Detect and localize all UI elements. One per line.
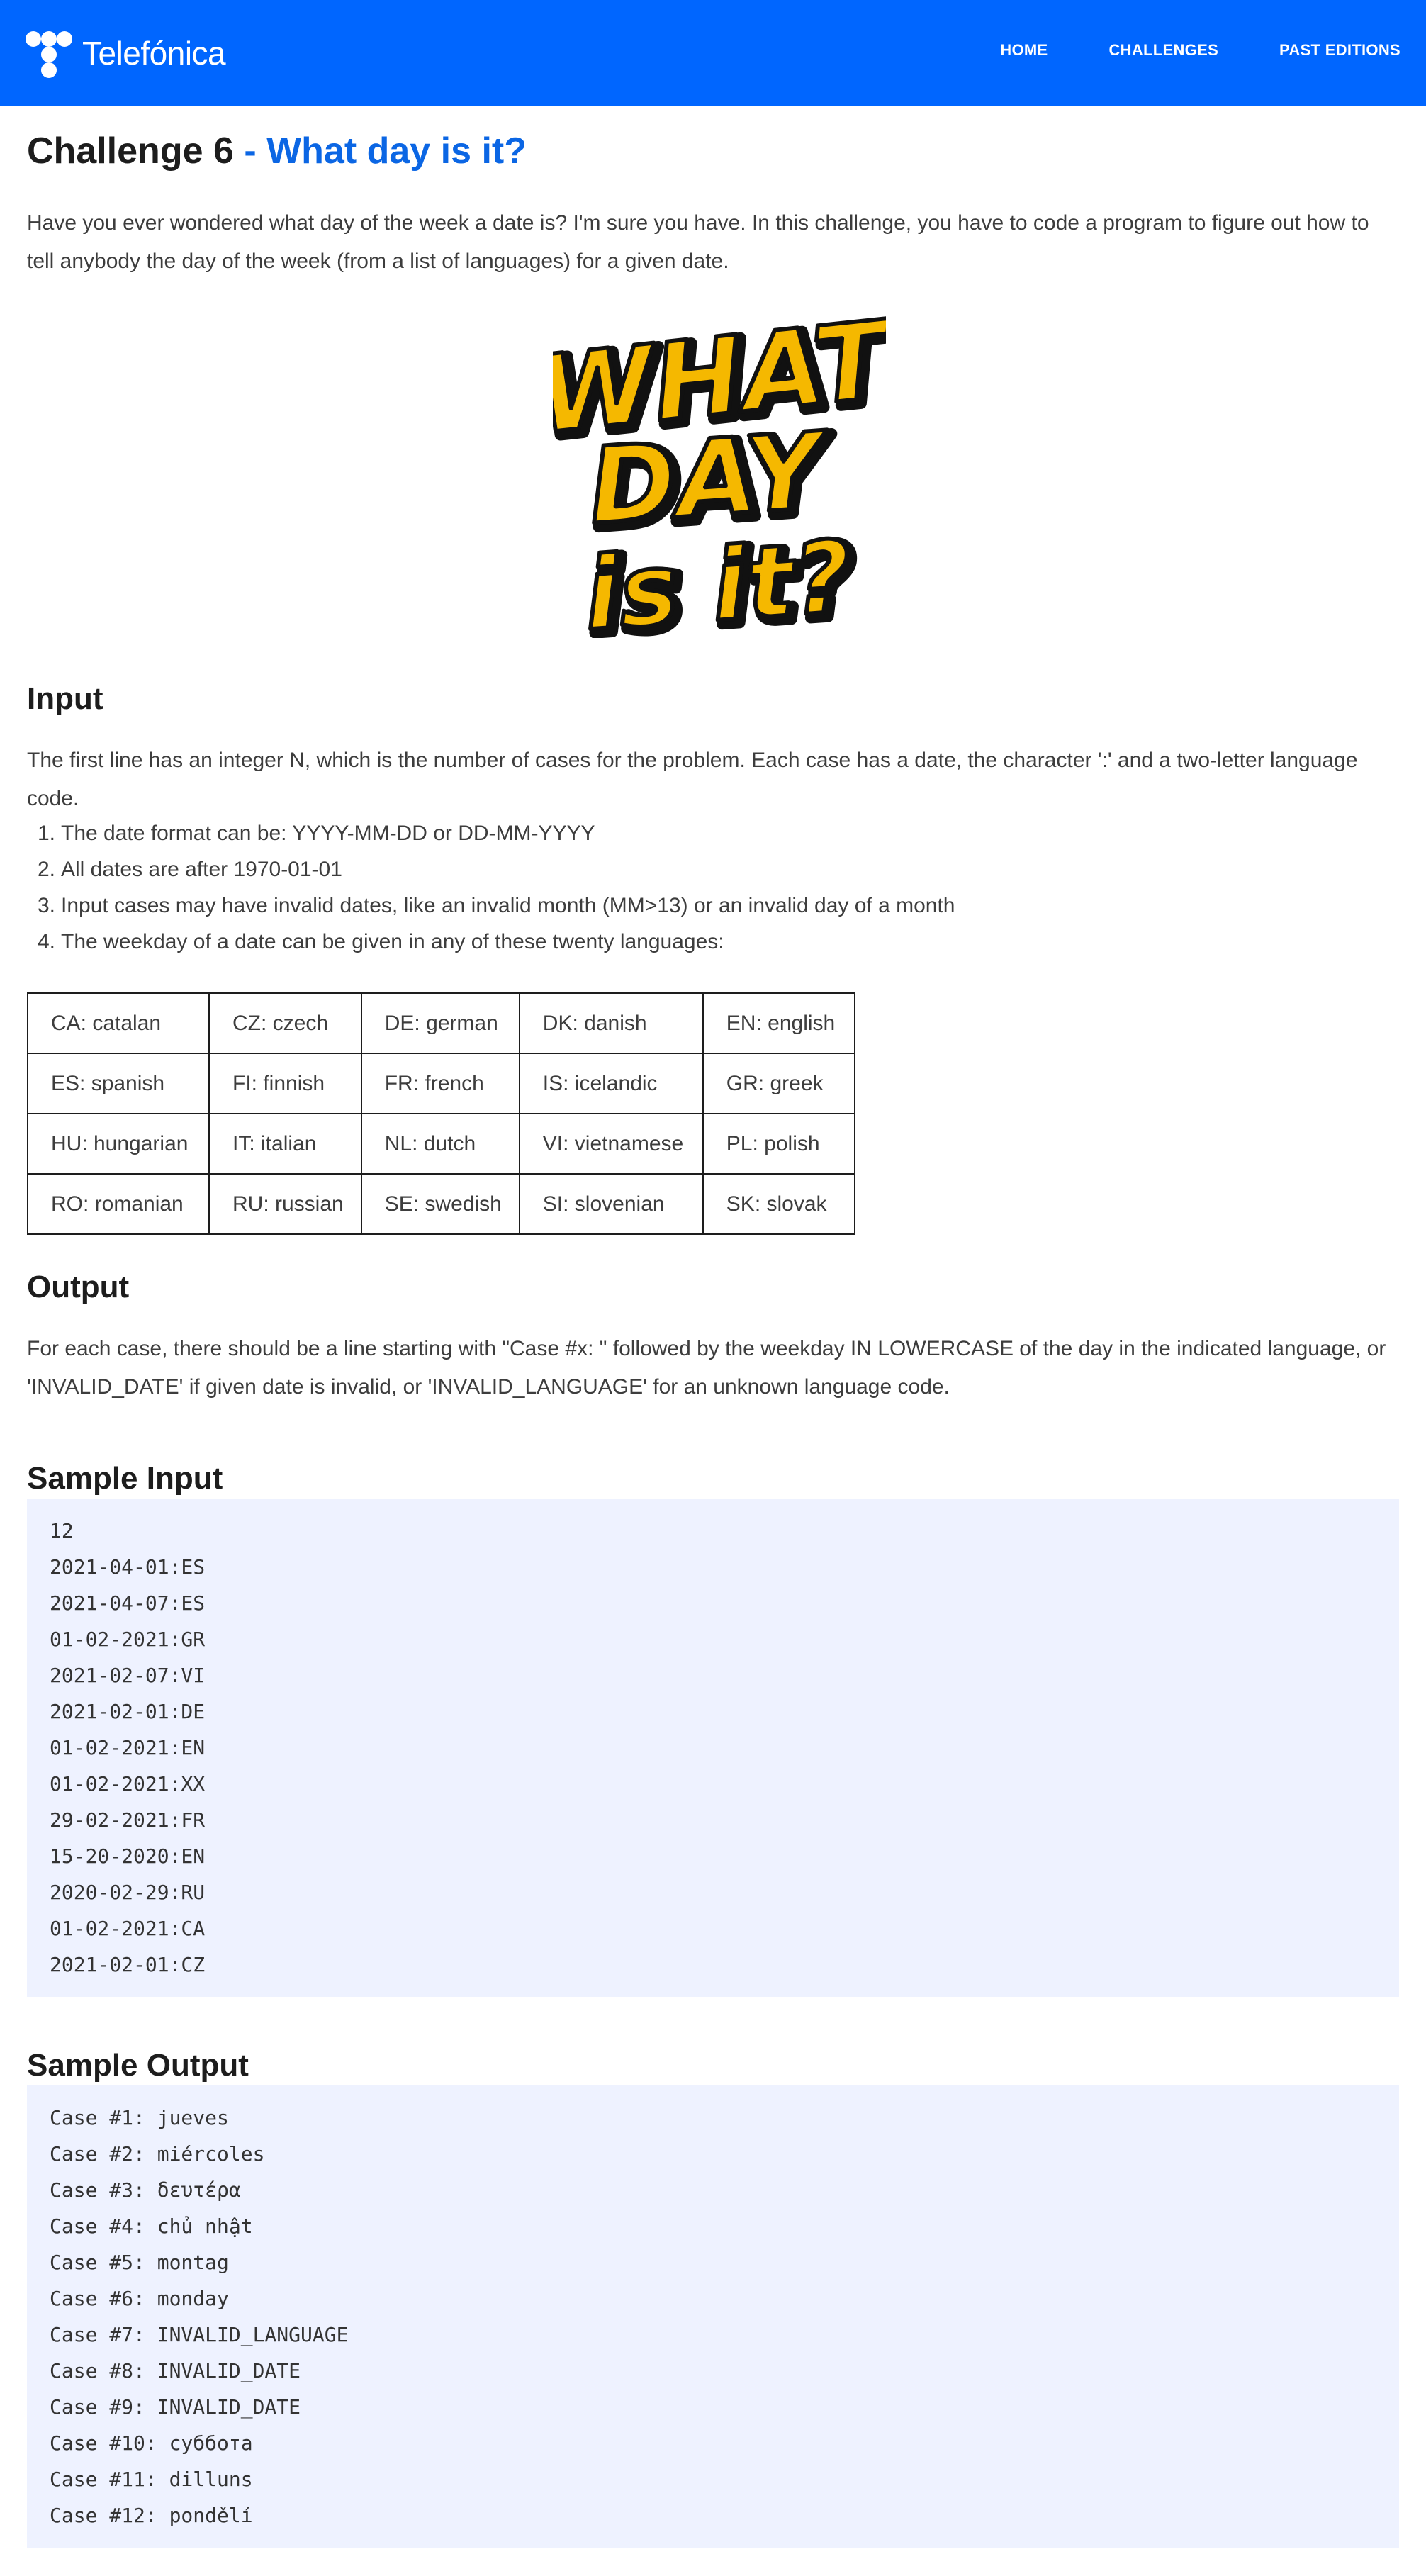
code-line: Case #5: montag <box>50 2251 229 2274</box>
main-nav: HOME CHALLENGES PAST EDITIONS <box>1000 41 1400 60</box>
code-line: 2021-02-01:DE <box>50 1700 206 1723</box>
code-line: Case #6: monday <box>50 2287 229 2310</box>
table-cell: HU: hungarian <box>27 1113 210 1175</box>
sample-input-code-block[interactable]: 12 2021-04-01:ES 2021-04-07:ES 01-02-202… <box>27 1499 1399 1997</box>
table-cell: DK: danish <box>518 992 704 1054</box>
code-line: Case #8: INVALID_DATE <box>50 2359 301 2382</box>
list-item: 3. Input cases may have invalid dates, li… <box>37 894 955 917</box>
code-line: 01-02-2021:XX <box>50 1772 206 1796</box>
table-cell: VI: vietnamese <box>518 1113 704 1175</box>
top-navbar: Telefónica HOME CHALLENGES PAST EDITIONS <box>0 0 1426 106</box>
code-line: 15-20-2020:EN <box>50 1844 206 1868</box>
table-cell: CZ: czech <box>208 992 362 1054</box>
table-cell: IT: italian <box>208 1113 362 1175</box>
nav-link-challenges[interactable]: CHALLENGES <box>1108 41 1218 60</box>
code-line: Case #10: суббота <box>50 2431 253 2455</box>
code-line: 2021-04-01:ES <box>50 1555 206 1579</box>
list-item: 1. The date format can be: YYYY-MM-DD or … <box>37 822 595 845</box>
code-line: 2021-04-07:ES <box>50 1591 206 1615</box>
language-table: CA: catalan CZ: czech DE: german DK: dan… <box>27 992 855 1235</box>
table-cell: IS: icelandic <box>518 1053 704 1114</box>
table-cell: EN: english <box>702 992 855 1054</box>
table-row: CA: catalan CZ: czech DE: german DK: dan… <box>27 992 855 1054</box>
telefonica-logo-icon <box>26 28 72 78</box>
input-heading: Input <box>27 681 103 716</box>
lettering-line-3: is it? <box>581 520 855 638</box>
what-day-is-it-illustration: WHAT WHAT DAY DAY is it? is it? <box>529 296 911 663</box>
page-title: Challenge 6 - What day is it? <box>27 128 527 174</box>
table-cell: ES: spanish <box>27 1053 210 1114</box>
code-line: Case #4: chủ nhật <box>50 2214 253 2238</box>
code-line: Case #1: jueves <box>50 2106 229 2129</box>
nav-link-past-editions[interactable]: PAST EDITIONS <box>1279 41 1400 60</box>
table-cell: SK: slovak <box>702 1173 855 1235</box>
what-day-is-it-lettering-icon: WHAT WHAT DAY DAY is it? is it? <box>529 296 911 663</box>
code-line: 29-02-2021:FR <box>50 1808 206 1832</box>
code-line: Case #11: dilluns <box>50 2468 253 2491</box>
table-row: RO: romanian RU: russian SE: swedish SI:… <box>27 1173 855 1235</box>
table-cell: GR: greek <box>702 1053 855 1114</box>
code-line: 12 <box>50 1519 74 1542</box>
table-cell: SI: slovenian <box>518 1173 704 1235</box>
table-cell: NL: dutch <box>360 1113 520 1175</box>
input-description: The first line has an integer N, which i… <box>27 749 1358 810</box>
code-line: Case #12: pondělí <box>50 2504 253 2527</box>
output-description: For each case, there should be a line st… <box>27 1337 1386 1399</box>
table-cell: SE: swedish <box>360 1173 520 1235</box>
code-line: 2021-02-01:CZ <box>50 1953 206 1976</box>
code-line: Case #7: INVALID_LANGUAGE <box>50 2323 349 2346</box>
code-line: 01-02-2021:GR <box>50 1628 206 1651</box>
table-cell: FR: french <box>360 1053 520 1114</box>
table-cell: RO: romanian <box>27 1173 210 1235</box>
code-line: 2021-02-07:VI <box>50 1664 206 1687</box>
output-heading: Output <box>27 1270 130 1304</box>
code-line: Case #3: δευτέρα <box>50 2178 241 2202</box>
code-line: 01-02-2021:EN <box>50 1736 206 1759</box>
challenge-name: - What day is it? <box>233 130 527 172</box>
challenge-intro: Have you ever wondered what day of the w… <box>27 211 1369 273</box>
table-row: ES: spanish FI: finnish FR: french IS: i… <box>27 1053 855 1114</box>
table-cell: FI: finnish <box>208 1053 362 1114</box>
table-row: HU: hungarian IT: italian NL: dutch VI: … <box>27 1113 855 1175</box>
challenge-number: Challenge 6 <box>27 130 234 172</box>
sample-input-heading: Sample Input <box>27 1461 223 1496</box>
input-rules-list: 1. The date format can be: YYYY-MM-DD or … <box>27 815 1019 960</box>
table-cell: CA: catalan <box>27 992 210 1054</box>
code-line: 01-02-2021:CA <box>50 1917 206 1940</box>
list-item: 2. All dates are after 1970-01-01 <box>37 858 342 881</box>
code-line: 2020-02-29:RU <box>50 1881 206 1904</box>
table-cell: RU: russian <box>208 1173 362 1235</box>
brand-name: Telefónica <box>82 35 226 72</box>
table-cell: DE: german <box>360 992 520 1054</box>
sample-output-code-block[interactable]: Case #1: jueves Case #2: miércoles Case … <box>27 2085 1399 2548</box>
table-cell: PL: polish <box>702 1113 855 1175</box>
nav-link-home[interactable]: HOME <box>1000 41 1048 60</box>
telefonica-logo[interactable]: Telefónica <box>26 28 226 78</box>
code-line: Case #2: miércoles <box>50 2142 265 2166</box>
list-item: 4. The weekday of a date can be given in … <box>37 930 724 953</box>
sample-output-heading: Sample Output <box>27 2048 249 2083</box>
code-line: Case #9: INVALID_DATE <box>50 2395 301 2419</box>
